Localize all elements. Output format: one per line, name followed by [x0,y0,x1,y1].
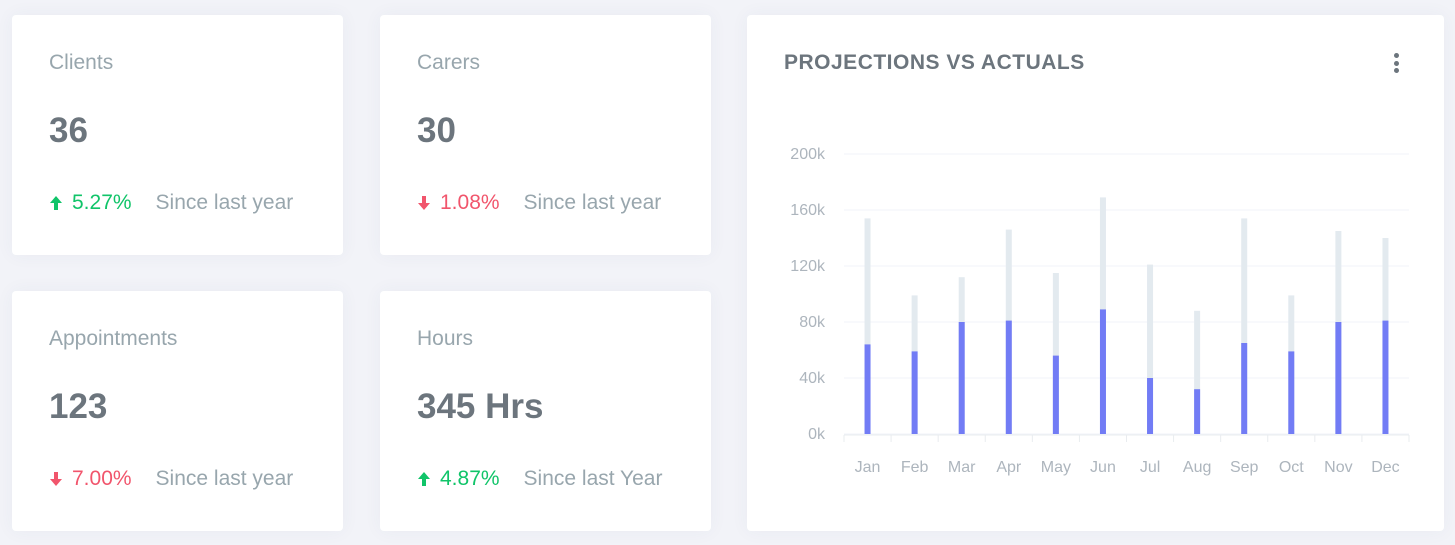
stat-footer: 1.08% Since last year [417,191,661,215]
bar-actual [1194,389,1201,434]
trend-value: 5.27% [72,191,132,214]
x-tick-label: Mar [948,459,976,476]
trend-period: Since last year [155,467,294,490]
x-tick-label: May [1041,459,1071,476]
y-tick-label: 80k [799,314,826,331]
stat-label: Carers [417,51,481,74]
stat-footer: 4.87% Since last Year [417,467,662,491]
bar-actual [1005,320,1012,434]
stat-card-appointments: Appointments 123 7.00% Since last year [12,291,343,531]
y-tick-label: 40k [799,370,826,387]
x-tick-label: Apr [996,459,1022,476]
bar-actual [1052,355,1059,434]
stat-card-hours: Hours 345 Hrs 4.87% Since last Year [380,291,711,531]
trend-period: Since last year [155,191,294,214]
trend-value: 7.00% [72,467,132,490]
bar-actual [1099,309,1106,434]
x-tick-label: Nov [1324,459,1352,476]
stat-footer: 7.00% Since last year [49,467,293,491]
x-tick-label: Feb [901,459,929,476]
bar-chart: 0k 40k 80k 120k 160k 200k Jan Feb Mar Apr May Jun Ju… [790,146,1410,476]
x-tick-label: Oct [1279,459,1304,476]
trend-period: Since last year [523,191,662,214]
bar-actual [1241,343,1248,434]
arrow-down-icon [418,196,430,210]
bar-actual [1382,320,1389,434]
x-tick-label: Sep [1230,459,1259,476]
bar-actual [1147,378,1154,434]
arrow-up-icon [50,196,62,210]
stat-value: 345 Hrs [417,387,544,426]
trend-value: 4.87% [440,467,500,490]
trend-up: 4.87% [417,467,500,491]
trend-up: 5.27% [49,191,132,215]
arrow-down-icon [50,472,62,486]
stat-label: Hours [417,327,474,350]
bar-actual [1288,351,1295,434]
stat-label: Appointments [49,327,178,350]
x-tick-label: Jun [1090,459,1116,476]
y-tick-label: 120k [790,258,826,275]
trend-period: Since last Year [523,467,663,490]
stat-value: 123 [49,387,108,426]
y-tick-label: 160k [790,202,826,219]
bar-actual [864,344,871,434]
stat-value: 36 [49,111,88,150]
stat-label: Clients [49,51,114,74]
bar-actual [958,322,965,434]
x-tick-label: Dec [1371,459,1399,476]
chart-card-projections-vs-actuals: PROJECTIONS VS ACTUALS 0k 40k 80k 120k 160k 2… [747,15,1444,531]
stat-footer: 5.27% Since last year [49,191,293,215]
x-tick-label: Jul [1140,459,1160,476]
stat-card-carers: Carers 30 1.08% Since last year [380,15,711,255]
trend-value: 1.08% [440,191,500,214]
trend-down: 7.00% [49,467,132,491]
arrow-up-icon [418,472,430,486]
y-tick-label: 200k [790,146,826,163]
bar-actual [911,351,918,434]
bar-actual [1335,322,1342,434]
x-tick-label: Jan [855,459,881,476]
x-tick-label: Aug [1183,459,1211,476]
trend-down: 1.08% [417,191,500,215]
y-tick-label: 0k [808,426,826,443]
stat-value: 30 [417,111,456,150]
stat-card-clients: Clients 36 5.27% Since last year [12,15,343,255]
